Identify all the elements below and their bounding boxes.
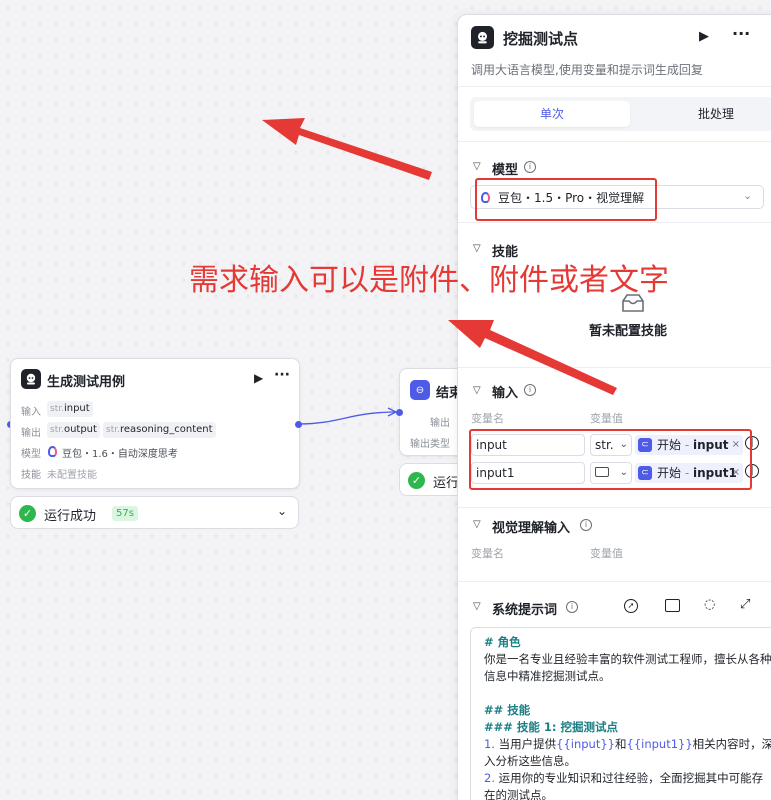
annotation-arrows — [262, 118, 617, 395]
annotation-text: 需求输入可以是附件、附件或者文字 — [189, 263, 669, 298]
